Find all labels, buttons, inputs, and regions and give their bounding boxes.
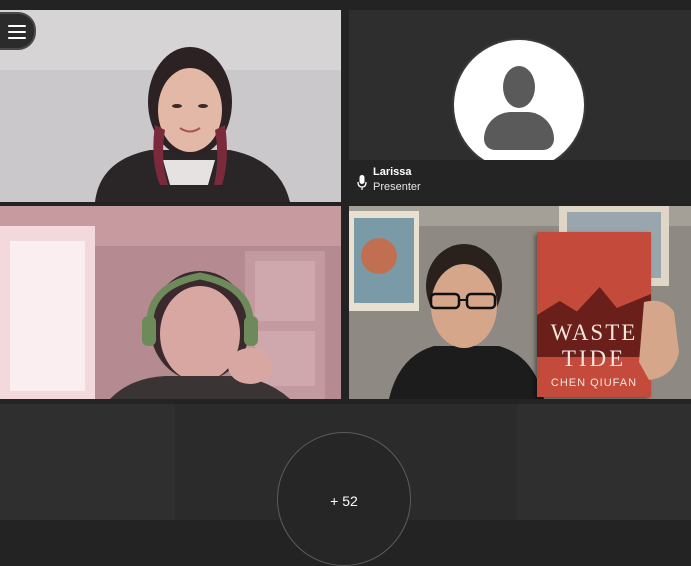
participant-video-3: [0, 206, 341, 399]
video-tile-2[interactable]: Larissa Presenter: [349, 10, 691, 200]
more-participants-button[interactable]: + 52: [277, 432, 411, 566]
microphone-icon: [357, 175, 367, 190]
video-tile-1[interactable]: [0, 10, 341, 202]
participant-video-1: [0, 10, 341, 202]
participant-label-bar: Larissa Presenter: [349, 160, 691, 200]
participant-role: Presenter: [373, 181, 421, 193]
menu-button[interactable]: [0, 12, 36, 50]
more-participants-count: + 52: [330, 493, 358, 509]
video-tile-4[interactable]: WASTE TIDE CHEN QIUFAN: [349, 206, 691, 399]
video-tile-3[interactable]: [0, 206, 341, 399]
user-placeholder-icon: [454, 40, 584, 170]
hamburger-menu-icon: [8, 25, 26, 27]
participant-name: Larissa: [373, 166, 412, 178]
